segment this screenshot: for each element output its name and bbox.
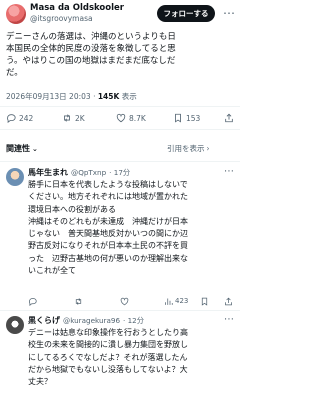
post-line: う。やはりこの国の地獄はまだまだ底なしだ (6, 56, 176, 66)
reply-avatar[interactable] (6, 316, 24, 334)
sort-dropdown[interactable]: 関連性 ⌄ (6, 143, 38, 154)
bookmark-icon (201, 297, 208, 306)
views-label: 表示 (121, 92, 137, 101)
like-button[interactable] (120, 295, 131, 307)
quotes-label: 引用を表示 (167, 144, 205, 153)
reply-button[interactable] (28, 295, 39, 307)
post-line: デニーさんの落選は、沖縄のというよりも日 (6, 32, 176, 42)
reply-time: · 17分 (109, 168, 131, 177)
reply-line: 校生の未来を間接的に潰し暴力集団を野放し (28, 340, 188, 350)
reply-line: じゃない 普天間基地反対かいつの間にか辺 (28, 229, 188, 239)
reply-text: デニーは姑息な印象操作を行おうとしたり高 校生の未来を間接的に潰し暴力集団を野放… (28, 327, 238, 388)
repost-button[interactable]: 2K (62, 112, 85, 124)
divider (0, 310, 240, 311)
divider (0, 129, 240, 130)
heart-icon (116, 113, 126, 123)
repost-icon (64, 114, 70, 122)
tweet-page: Masa da Oldskooler @itsgroovymasa フォローする… (0, 0, 240, 394)
post-datetime[interactable]: 2026年09月13日 20:03 (6, 92, 91, 101)
author-name[interactable]: Masa da Oldskooler (30, 3, 124, 13)
reply-author[interactable]: 馬年生まれ @QpTxnp · 17分 (28, 167, 130, 178)
repost-icon (75, 297, 82, 305)
divider (0, 106, 240, 107)
post-line: だ。 (6, 68, 23, 78)
author-handle[interactable]: @itsgroovymasa (30, 14, 93, 23)
reply-line: 沖縄はそのどれもが未達成 沖縄だけが日本 (28, 216, 188, 226)
like-count: 8.7K (129, 113, 146, 123)
share-icon (225, 297, 232, 305)
bookmark-button[interactable] (200, 295, 211, 307)
view-quotes-link[interactable]: 引用を表示 › (167, 143, 210, 154)
reply-line: 勝手に日本を代表したような投稿はしないで (28, 180, 188, 189)
reply-icon (29, 297, 37, 306)
reply-line: った 辺野古基地の何が悪いのか理解出来な (28, 253, 188, 263)
reply-line: 丈夫？ (28, 377, 52, 387)
sort-label: 関連性 (6, 144, 30, 153)
bookmark-count: 153 (186, 113, 201, 123)
share-button[interactable] (224, 112, 237, 124)
arrow-right-icon: › (206, 144, 210, 153)
reply-line: デニーは姑息な印象操作を行おうとしたり高 (28, 328, 188, 337)
avatar[interactable] (6, 4, 26, 24)
more-icon[interactable]: ⋯ (222, 4, 236, 22)
reply-time: · 12分 (123, 316, 144, 325)
heart-icon (120, 297, 129, 305)
reply-line: 野古反対になりそれが日本本土民の不評を買 (28, 241, 188, 251)
bookmark-button[interactable]: 153 (173, 112, 200, 124)
chevron-down-icon: ⌄ (32, 145, 38, 153)
reply-button[interactable]: 242 (6, 112, 33, 124)
views-icon (165, 298, 173, 305)
reply-author-handle: @QpTxnp (71, 168, 107, 177)
reply-text: 勝手に日本を代表したような投稿はしないで ください。地方それぞれには地域が置かれ… (28, 179, 238, 277)
reply-count: 242 (19, 113, 34, 123)
like-button[interactable]: 8.7K (116, 112, 146, 124)
views-button[interactable]: 423 (164, 295, 188, 307)
post-line: 本国民の全体的民度の没落を象徴してると思 (6, 44, 176, 54)
reply-line: いこれが全て (28, 266, 76, 276)
repost-button[interactable] (74, 295, 85, 307)
post-meta: 2026年09月13日 20:03 · 145K 表示 (6, 91, 137, 102)
follow-button[interactable]: フォローする (157, 5, 215, 22)
reply-author-handle: @kuragekura96 (63, 316, 121, 325)
reply-author-name: 馬年生まれ (28, 168, 68, 177)
reply-author[interactable]: 黒くらげ @kuragekura96 · 12分 (28, 315, 144, 326)
more-icon[interactable]: ⋯ (224, 166, 234, 177)
divider (0, 161, 240, 162)
post-text: デニーさんの落選は、沖縄のというよりも日 本国民の全体的民度の没落を象徴してると… (6, 31, 236, 79)
reply-actions: 423 (28, 295, 238, 307)
reply-views-count: 423 (175, 297, 189, 305)
reply-line: だから地獄でもないし没落もしてないよ？大 (28, 364, 188, 374)
post-header: Masa da Oldskooler @itsgroovymasa フォローする… (0, 0, 240, 28)
repost-count: 2K (75, 113, 85, 123)
more-icon[interactable]: ⋯ (224, 314, 234, 325)
reply-line: にしてるろくでなしだよ？それが落選したん (28, 352, 188, 362)
reply-author-name: 黒くらげ (28, 316, 60, 325)
reply-line: ください。地方それぞれには地域が置かれた (28, 192, 188, 202)
bookmark-icon (175, 113, 181, 123)
share-icon (225, 113, 233, 123)
reply-line: 環境日本への役割がある (28, 204, 116, 214)
engagement-bar: 242 2K 8.7K 153 (0, 109, 240, 127)
share-button[interactable] (224, 295, 235, 307)
reply-icon (7, 114, 16, 123)
reply-avatar[interactable] (6, 168, 24, 186)
views-count: 145K (97, 92, 120, 101)
